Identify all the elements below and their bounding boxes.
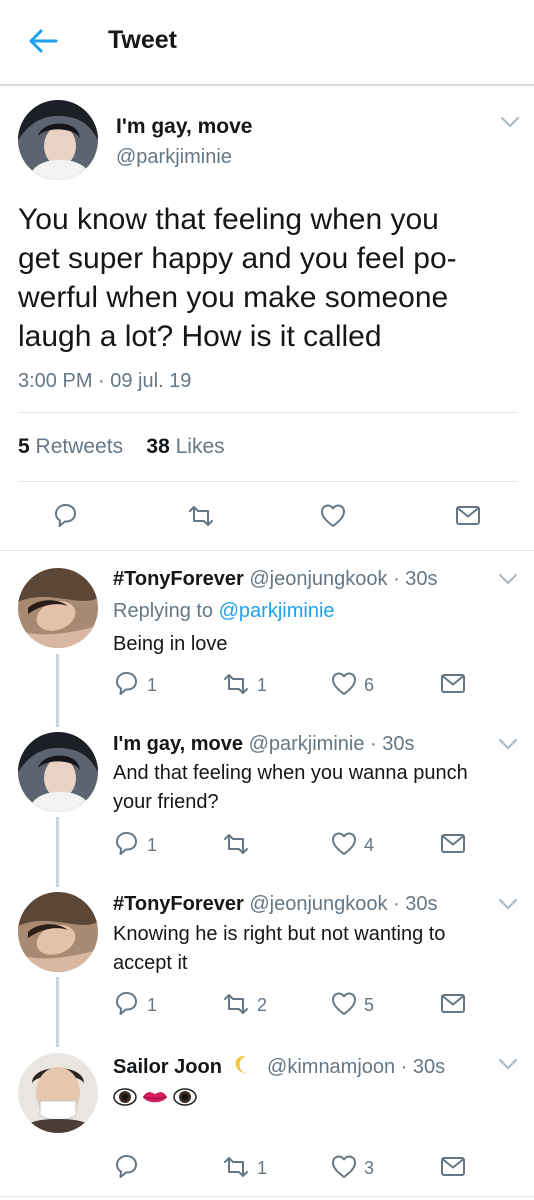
reply-author-handle[interactable]: @jeonjungkook · 30s bbox=[249, 893, 437, 915]
reply-header: Sailor Joon @kimnamjoon · 30s bbox=[113, 1053, 445, 1079]
avatar[interactable] bbox=[18, 892, 98, 972]
crescent-moon-icon bbox=[236, 1055, 253, 1074]
share-icon[interactable] bbox=[454, 502, 482, 530]
avatar[interactable] bbox=[18, 1053, 98, 1133]
back-arrow-icon[interactable] bbox=[26, 24, 60, 58]
share-icon[interactable] bbox=[439, 990, 467, 1018]
reply-header: #TonyForever @jeonjungkook · 30s bbox=[113, 568, 438, 591]
likes-stat[interactable]: 38 Likes bbox=[146, 435, 224, 458]
avatar[interactable] bbox=[18, 568, 98, 648]
avatar[interactable] bbox=[18, 732, 98, 812]
reply-count: 1 bbox=[147, 995, 158, 1015]
reply-text: And that feeling when you wanna punch yo… bbox=[113, 762, 468, 813]
reply-author-name[interactable]: #TonyForever bbox=[113, 893, 244, 915]
chevron-down-icon[interactable] bbox=[498, 738, 518, 752]
retweet-icon[interactable] bbox=[222, 1154, 250, 1180]
page-title: Tweet bbox=[108, 26, 177, 54]
reply-header: #TonyForever @jeonjungkook · 30s bbox=[113, 893, 438, 916]
like-icon[interactable] bbox=[330, 1153, 358, 1181]
reply-text: Being in love bbox=[113, 633, 228, 655]
like-count: 4 bbox=[364, 835, 375, 855]
share-icon[interactable] bbox=[439, 1153, 467, 1181]
reply-author-handle[interactable]: @parkjiminie · 30s bbox=[249, 733, 415, 755]
replying-to-link[interactable]: @parkjiminie bbox=[219, 600, 335, 622]
author-name[interactable]: I'm gay, move bbox=[116, 115, 253, 139]
like-count: 3 bbox=[364, 1158, 375, 1178]
chevron-down-icon[interactable] bbox=[498, 1058, 518, 1072]
replying-to: Replying to @parkjiminie bbox=[113, 600, 335, 622]
retweet-count: 2 bbox=[257, 995, 268, 1015]
reply-author-handle[interactable]: @jeonjungkook · 30s bbox=[249, 568, 437, 590]
tweet-stats: 5 Retweets 38 Likes bbox=[18, 435, 225, 459]
reply-author-name[interactable]: I'm gay, move bbox=[113, 733, 243, 755]
divider bbox=[0, 1196, 534, 1197]
reply-icon[interactable] bbox=[113, 990, 141, 1018]
reply-count: 1 bbox=[147, 835, 158, 855]
avatar[interactable] bbox=[18, 100, 98, 180]
like-icon[interactable] bbox=[330, 830, 358, 858]
like-count: 6 bbox=[364, 675, 375, 695]
retweet-count: 1 bbox=[257, 675, 268, 695]
retweet-icon[interactable] bbox=[222, 671, 250, 697]
share-icon[interactable] bbox=[439, 670, 467, 698]
like-icon[interactable] bbox=[319, 502, 347, 530]
author-handle[interactable]: @parkjiminie bbox=[116, 146, 232, 169]
reply-author-handle[interactable]: @kimnamjoon · 30s bbox=[267, 1056, 445, 1078]
chevron-down-icon[interactable] bbox=[498, 573, 518, 587]
reply-icon[interactable] bbox=[113, 830, 141, 858]
chevron-down-icon[interactable] bbox=[500, 116, 520, 130]
eye-lips-eye-emoji bbox=[113, 1088, 197, 1106]
retweets-stat[interactable]: 5 Retweets bbox=[18, 435, 123, 458]
divider bbox=[18, 481, 518, 482]
retweet-icon[interactable] bbox=[222, 831, 250, 857]
chevron-down-icon[interactable] bbox=[498, 898, 518, 912]
thread-line bbox=[56, 654, 59, 727]
like-count: 5 bbox=[364, 995, 375, 1015]
reply-icon[interactable] bbox=[113, 1153, 141, 1181]
tweet-timestamp[interactable]: 3:00 PM · 09 jul. 19 bbox=[18, 370, 191, 393]
reply-author-name[interactable]: #TonyForever bbox=[113, 568, 244, 590]
reply-count: 1 bbox=[147, 675, 158, 695]
reply-icon[interactable] bbox=[52, 502, 80, 530]
divider bbox=[0, 550, 534, 551]
retweet-icon[interactable] bbox=[222, 991, 250, 1017]
share-icon[interactable] bbox=[439, 830, 467, 858]
lips-icon bbox=[142, 1092, 168, 1103]
like-icon[interactable] bbox=[330, 990, 358, 1018]
reply-author-name[interactable]: Sailor Joon bbox=[113, 1056, 222, 1078]
top-bar: Tweet bbox=[0, 0, 534, 86]
eye-icon bbox=[173, 1088, 197, 1106]
reply-header: I'm gay, move @parkjiminie · 30s bbox=[113, 733, 414, 756]
eye-icon bbox=[113, 1088, 137, 1106]
like-icon[interactable] bbox=[330, 670, 358, 698]
thread-line bbox=[56, 817, 59, 887]
thread-line bbox=[56, 977, 59, 1047]
tweet-text: You know that feeling when you get super… bbox=[18, 203, 457, 353]
reply-text: Knowing he is right but not wanting to a… bbox=[113, 923, 446, 974]
retweet-icon[interactable] bbox=[187, 503, 215, 529]
divider bbox=[18, 412, 518, 413]
reply-icon[interactable] bbox=[113, 670, 141, 698]
retweet-count: 1 bbox=[257, 1158, 268, 1178]
